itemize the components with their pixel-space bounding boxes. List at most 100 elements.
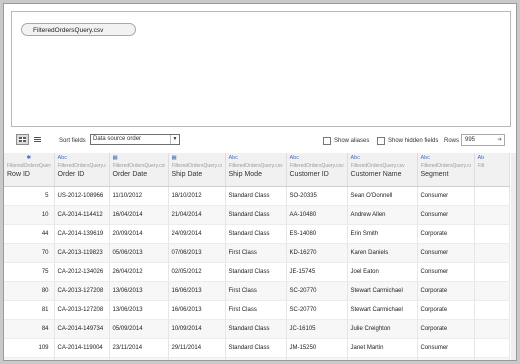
column-header[interactable]: Abc FilteredOrdersQuery.csv Customer ID	[286, 153, 348, 187]
string-type-icon[interactable]: Abc	[229, 155, 283, 162]
sort-fields-label: Sort fields	[59, 138, 86, 144]
show-aliases-checkbox[interactable]	[323, 137, 331, 145]
table-cell: CA-2013-127208	[54, 281, 110, 301]
column-header[interactable]: Abc FilteredOrdersQuery.csv Customer Name	[347, 153, 418, 187]
table-cell: 109	[4, 338, 55, 358]
table-cell: Consumer	[417, 243, 475, 263]
sort-fields-select[interactable]: Data source order ▼	[90, 134, 180, 145]
table-cell: Corporate	[417, 357, 475, 360]
table-row[interactable]: 81 CA-2013-127208 13/06/2013 16/06/2013 Firs…	[4, 300, 510, 320]
table-cell: 20/09/2014	[109, 224, 169, 244]
column-header[interactable]: ▦ FilteredOrdersQuery.csv Order Date	[109, 153, 169, 187]
show-hidden-checkbox[interactable]	[377, 137, 385, 145]
table-cell: Consumer	[417, 205, 475, 225]
table-cell: 119	[4, 357, 55, 360]
table-cell: 44	[4, 224, 55, 244]
table-cell: Stewart Carmichael	[347, 281, 418, 301]
table-cell	[474, 338, 510, 358]
string-type-icon[interactable]: Abc	[421, 155, 471, 162]
number-type-icon[interactable]: ✱	[7, 155, 51, 162]
table-cell: Julie Creighton	[347, 319, 418, 339]
table-cell: 10	[4, 205, 55, 225]
table-cell: AA-10480	[286, 205, 348, 225]
string-type-icon[interactable]: Abc	[351, 155, 414, 162]
grid-icon	[19, 137, 26, 142]
table-cell	[474, 243, 510, 263]
table-cell: CA-2014-119004	[54, 338, 110, 358]
table-row[interactable]: 75 CA-2012-134026 26/04/2012 02/05/2012 Stan…	[4, 262, 510, 282]
table-cell: Greg Guthrie	[347, 357, 418, 360]
grid-toolbar: Sort fields Data source order ▼ Show ali…	[4, 130, 516, 152]
column-header[interactable]: Ab Filt	[474, 153, 510, 187]
table-cell: Standard Class	[225, 262, 287, 282]
table-cell: SC-20770	[286, 300, 348, 320]
table-row[interactable]: 119CA-2012-13647605/04/201210/04/2012Sta…	[4, 357, 510, 360]
table-cell: JM-15250	[286, 338, 348, 358]
table-cell: CA-2014-114412	[54, 205, 110, 225]
column-header[interactable]: ▦ FilteredOrdersQuery.csv Ship Date	[168, 153, 226, 187]
table-cell: 84	[4, 319, 55, 339]
table-row[interactable]: 80 CA-2013-127208 13/06/2013 16/06/2013 Firs…	[4, 281, 510, 301]
table-cell: 16/06/2013	[168, 281, 226, 301]
grid-header: ✱FilteredOrdersQuery.csvRow ID AbcFilter…	[4, 153, 510, 187]
table-pill[interactable]: FilteredOrdersQuery.csv	[21, 23, 136, 36]
table-cell: 13/06/2013	[109, 281, 169, 301]
data-grid: ✱FilteredOrdersQuery.csvRow ID AbcFilter…	[4, 153, 510, 360]
table-cell: Consumer	[417, 262, 475, 282]
table-row[interactable]: 84 CA-2014-149734 05/09/2014 10/09/2014 Stan…	[4, 319, 510, 339]
table-cell: 23/11/2014	[109, 338, 169, 358]
table-row[interactable]: 10 CA-2014-114412 16/04/2014 21/04/2014 Stan…	[4, 205, 510, 225]
table-cell	[474, 300, 510, 320]
rows-input[interactable]: 995 ➜	[461, 134, 505, 146]
rows-label: Rows	[444, 138, 460, 144]
list-icon	[34, 137, 41, 142]
string-type-icon[interactable]: Abc	[290, 155, 344, 162]
table-cell	[474, 281, 510, 301]
rows-value: 995	[465, 137, 476, 143]
table-cell: CA-2012-136476	[54, 357, 110, 360]
column-header[interactable]: Abc FilteredOrdersQuery.csv Segment	[417, 153, 475, 187]
table-cell: CA-2013-127208	[54, 300, 110, 320]
column-header[interactable]: AbcFilteredOrdersQuery.csvOrder ID	[54, 153, 110, 187]
table-cell: 70	[4, 243, 55, 263]
join-canvas[interactable]: FilteredOrdersQuery.csv	[11, 11, 511, 127]
table-cell: Karen Daniels	[347, 243, 418, 263]
table-cell: Corporate	[417, 281, 475, 301]
table-cell: US-2012-108966	[54, 186, 110, 206]
table-cell: 75	[4, 262, 55, 282]
table-row[interactable]: 5 US-2012-108966 11/10/2012 18/10/2012 Stand…	[4, 186, 510, 206]
table-cell: 05/06/2013	[109, 243, 169, 263]
chevron-down-icon: ▼	[170, 135, 179, 144]
grid-view-button[interactable]	[16, 134, 29, 145]
column-header[interactable]: Abc FilteredOrdersQuery.csv Ship Mode	[225, 153, 287, 187]
table-row[interactable]: 70 CA-2013-119823 05/06/2013 07/06/2013 Firs…	[4, 243, 510, 263]
string-type-icon[interactable]: Ab	[478, 155, 506, 162]
table-cell: Standard Class	[225, 224, 287, 244]
date-type-icon[interactable]: ▦	[172, 155, 222, 162]
table-cell: Consumer	[417, 186, 475, 206]
table-cell: KD-16270	[286, 243, 348, 263]
table-cell: Standard Class	[225, 205, 287, 225]
table-cell: Standard Class	[225, 338, 287, 358]
table-cell: 13/06/2013	[109, 300, 169, 320]
table-cell	[474, 224, 510, 244]
table-cell: Corporate	[417, 224, 475, 244]
table-cell	[474, 319, 510, 339]
table-row[interactable]: 109 CA-2014-119004 23/11/2014 29/11/2014 Sta…	[4, 338, 510, 358]
arrow-right-icon[interactable]: ➜	[497, 135, 502, 145]
table-cell: 10/04/2012	[168, 357, 226, 360]
vertical-scrollbar[interactable]	[511, 153, 516, 360]
table-cell: 11/10/2012	[109, 186, 169, 206]
table-row[interactable]: 44 CA-2014-139619 20/09/2014 24/09/2014 Stan…	[4, 224, 510, 244]
table-cell	[474, 357, 510, 360]
table-cell: Consumer	[417, 338, 475, 358]
table-cell: JC-16105	[286, 319, 348, 339]
table-cell: CA-2014-139619	[54, 224, 110, 244]
date-type-icon[interactable]: ▦	[113, 155, 165, 162]
table-cell: 21/04/2014	[168, 205, 226, 225]
column-header[interactable]: ✱FilteredOrdersQuery.csvRow ID	[4, 153, 55, 187]
show-aliases-label: Show aliases	[334, 138, 370, 144]
table-cell: 16/06/2013	[168, 300, 226, 320]
list-view-button[interactable]	[31, 134, 44, 145]
string-type-icon[interactable]: Abc	[58, 155, 106, 162]
